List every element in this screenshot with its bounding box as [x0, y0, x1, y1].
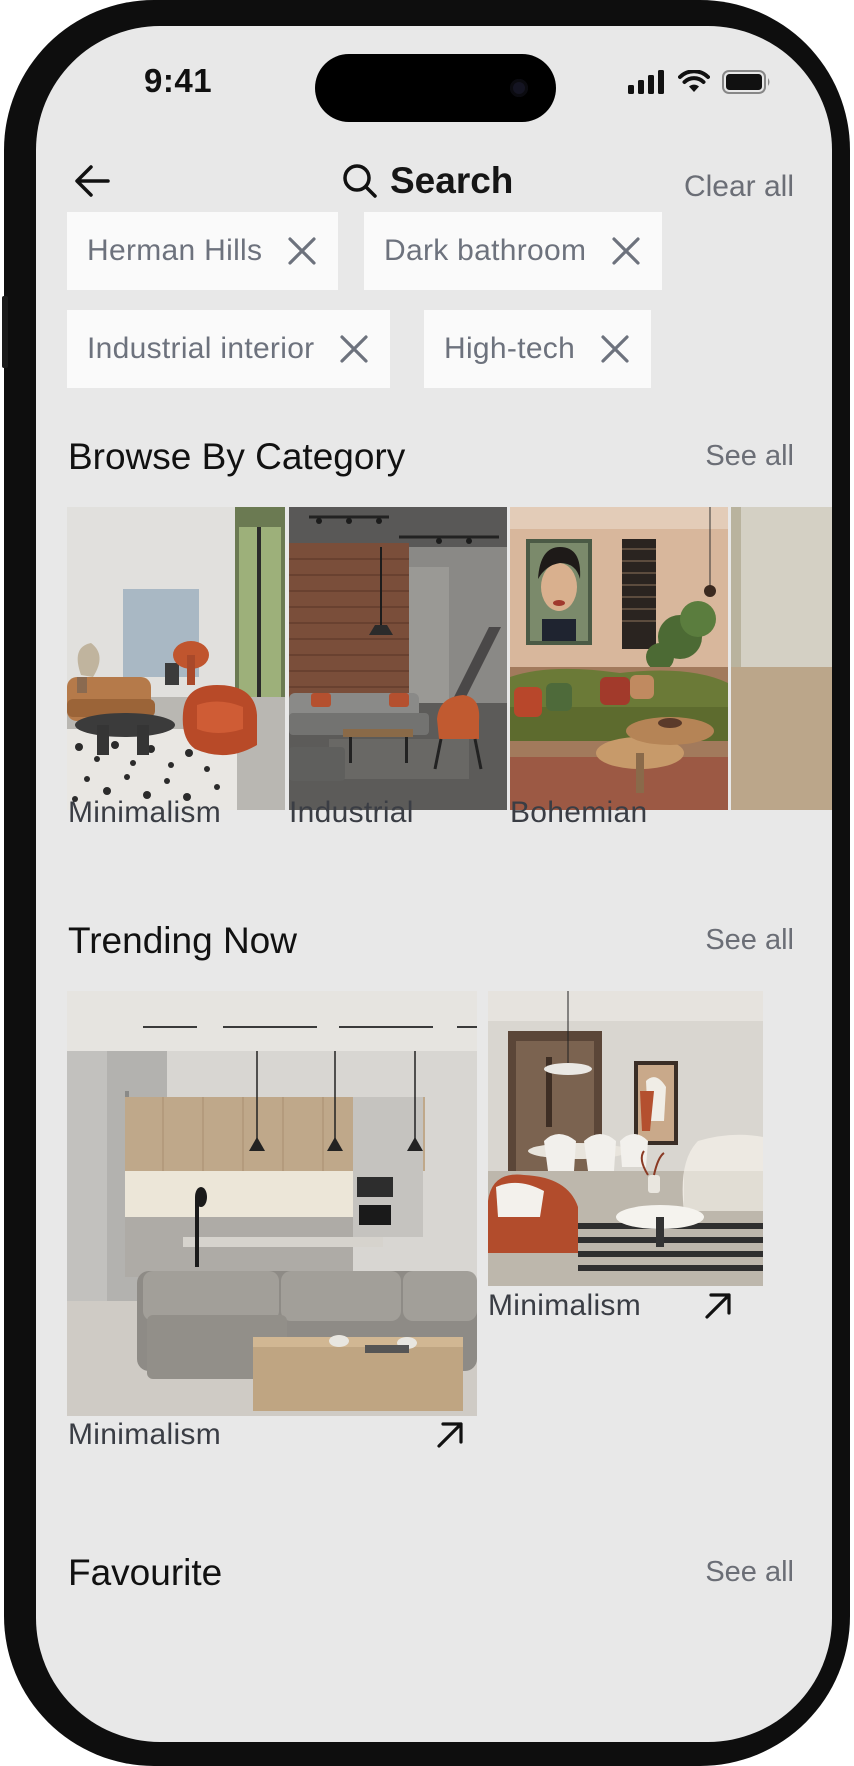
category-label: Bohemian	[510, 796, 648, 829]
status-time: 9:41	[144, 62, 213, 99]
category-see-all-link[interactable]: See all	[705, 440, 794, 473]
clear-all-button[interactable]: Clear all	[684, 170, 794, 204]
cellular-signal-icon	[628, 70, 664, 94]
status-icons	[628, 70, 772, 94]
close-icon[interactable]	[286, 235, 318, 267]
favourite-see-all-link[interactable]: See all	[705, 1556, 794, 1589]
trending-card-label: Minimalism	[68, 1418, 221, 1451]
room-image-partial	[731, 507, 832, 810]
close-icon[interactable]	[338, 333, 370, 365]
search-icon	[343, 164, 377, 198]
trending-card-label: Minimalism	[488, 1289, 641, 1322]
close-icon[interactable]	[610, 235, 642, 267]
trending-see-all-link[interactable]: See all	[705, 924, 794, 957]
close-icon[interactable]	[599, 333, 631, 365]
phone-frame: 9:41 Search Clear all Herman Hills Dark …	[2, 0, 850, 1766]
side-button	[2, 296, 8, 368]
favourite-section-title: Favourite	[68, 1552, 223, 1593]
minimalism-room-image	[67, 507, 285, 810]
chip-label: Herman Hills	[87, 234, 263, 267]
category-section-title: Browse By Category	[68, 436, 406, 477]
wifi-icon	[678, 70, 710, 92]
page-title-group: Search	[342, 160, 513, 202]
category-card-minimalism[interactable]	[67, 507, 285, 810]
filter-chip[interactable]: High-tech	[424, 310, 652, 388]
dining-living-room-image	[488, 991, 763, 1286]
arrow-left-icon[interactable]	[74, 164, 112, 198]
category-card-industrial[interactable]	[289, 507, 507, 810]
category-label: Industrial	[289, 796, 414, 829]
arrow-up-right-icon[interactable]	[433, 1418, 467, 1452]
screen: 9:41 Search Clear all Herman Hills Dark …	[36, 26, 832, 1742]
trending-section-title: Trending Now	[68, 920, 297, 961]
category-card-partial[interactable]	[731, 507, 832, 810]
chip-label: Industrial interior	[87, 332, 315, 365]
dynamic-island	[315, 54, 556, 122]
page-title: Search	[390, 160, 514, 201]
filter-chip[interactable]: Dark bathroom	[364, 212, 663, 290]
search-header: Search Clear all	[36, 146, 832, 216]
chip-label: High-tech	[444, 332, 576, 365]
camera-icon	[510, 79, 528, 97]
category-label: Minimalism	[68, 796, 221, 829]
arrow-up-right-icon[interactable]	[701, 1289, 735, 1323]
filter-chip[interactable]: Herman Hills	[67, 212, 339, 290]
kitchen-living-room-image	[67, 991, 477, 1416]
battery-icon	[722, 70, 770, 94]
trending-card-large[interactable]	[67, 991, 477, 1416]
category-card-bohemian[interactable]	[510, 507, 728, 810]
filter-chip[interactable]: Industrial interior	[67, 310, 391, 388]
chip-label: Dark bathroom	[384, 234, 587, 267]
bohemian-room-image	[510, 507, 728, 810]
industrial-room-image	[289, 507, 507, 810]
trending-card-small[interactable]	[488, 991, 763, 1286]
